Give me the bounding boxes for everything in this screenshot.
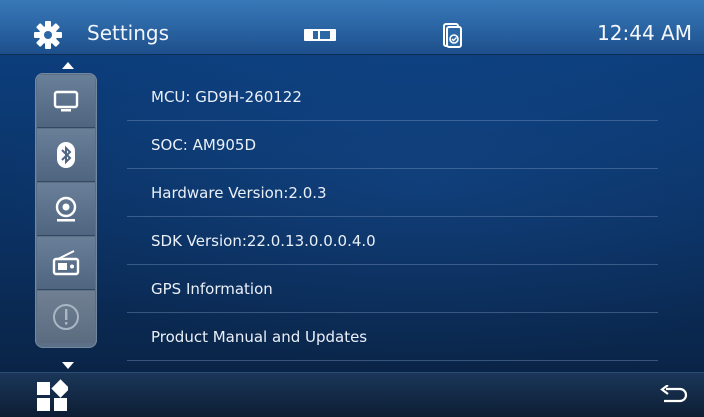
tab-display[interactable] — [37, 75, 95, 128]
info-row-sdk-version: SDK Version:22.0.13.0.0.0.4.0 — [127, 217, 658, 265]
info-row-hardware-version: Hardware Version:2.0.3 — [127, 169, 658, 217]
sd-card-icon — [304, 29, 336, 41]
info-row-mcu: MCU: GD9H-260122 — [127, 73, 658, 121]
gear-icon[interactable] — [33, 20, 63, 50]
info-list: MCU: GD9H-260122 SOC: AM905D Hardware Ve… — [127, 73, 658, 361]
product-manual-updates-item[interactable]: Product Manual and Updates — [127, 313, 658, 361]
clock: 12:44 AM — [597, 21, 692, 45]
scroll-down-arrow-icon[interactable] — [62, 362, 74, 369]
page-title: Settings — [87, 21, 170, 45]
info-row-soc: SOC: AM905D — [127, 121, 658, 169]
radio-icon — [52, 250, 80, 276]
tab-radio[interactable] — [37, 237, 95, 290]
scroll-up-arrow-icon[interactable] — [62, 62, 74, 69]
phone-link-icon — [443, 23, 462, 48]
camera-icon — [55, 196, 77, 222]
info-icon — [53, 304, 79, 330]
top-bar: Settings 12:44 AM — [0, 0, 704, 55]
back-arrow-icon[interactable] — [658, 385, 688, 407]
bottom-bar — [0, 372, 704, 417]
apps-grid-icon[interactable] — [36, 379, 68, 413]
tab-camera[interactable] — [37, 183, 95, 236]
display-icon — [53, 90, 79, 112]
bluetooth-icon — [57, 142, 75, 168]
settings-sidebar — [35, 73, 97, 348]
tab-bluetooth[interactable] — [37, 129, 95, 182]
tab-info[interactable] — [37, 291, 95, 343]
gps-information-item[interactable]: GPS Information — [127, 265, 658, 313]
